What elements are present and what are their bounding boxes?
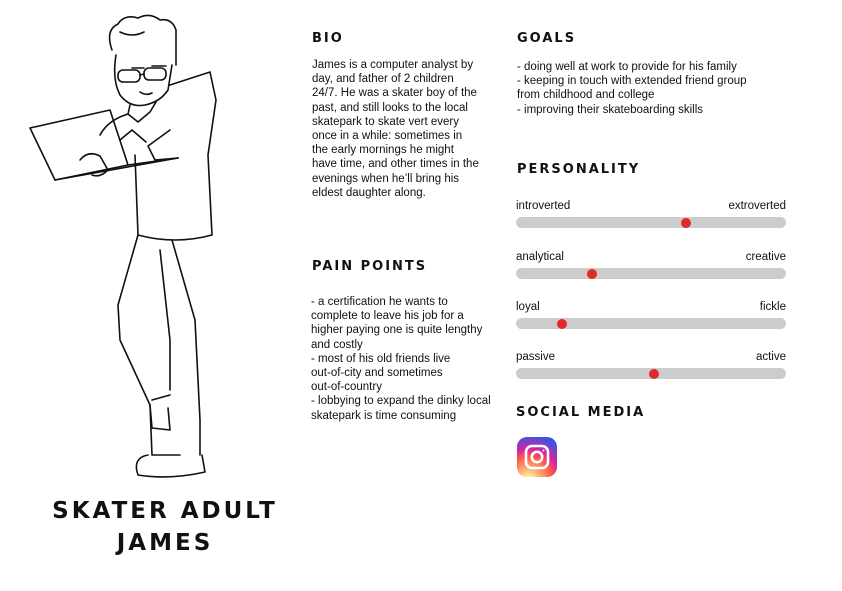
bio-line: 24/7. He was a skater boy of the [312, 87, 477, 100]
scale-right-label: creative [745, 251, 786, 263]
scale-right-label: active [755, 351, 786, 363]
persona-name-line1: SKATER ADULT [52, 498, 278, 524]
scale-knob [556, 318, 567, 329]
scale-knob [681, 217, 692, 228]
bio-line: James is a computer analyst by [312, 59, 474, 71]
pain-point-line: - a certification he wants to [311, 296, 448, 308]
bio-line: once in a while: sometimes in [312, 130, 463, 143]
pain-point-line: - lobbying to expand the dinky local [311, 395, 491, 408]
goals-heading: GOALS [517, 31, 577, 46]
scale-knob [586, 268, 597, 279]
scale-left-label: loyal [516, 301, 540, 313]
personality-scale-analytical-creative: analytical creative [516, 250, 786, 286]
persona-name: SKATER ADULT JAMES [20, 495, 310, 559]
social-media-heading: SOCIAL MEDIA [516, 405, 646, 420]
scale-right-label: fickle [759, 301, 786, 313]
pain-points-text: - a certification he wants to complete t… [311, 295, 506, 423]
pain-point-line: - most of his old friends live [311, 352, 451, 365]
personality-heading: PERSONALITY [517, 162, 641, 177]
bio-line: eldest daughter along. [312, 186, 426, 199]
bio-line: skatepark to skate vert every [312, 115, 460, 128]
personality-scale-introvert-extrovert: introverted extroverted [516, 199, 786, 235]
pain-points-heading: PAIN POINTS [312, 259, 428, 274]
scale-track [516, 268, 786, 279]
scale-right-label: extroverted [728, 200, 786, 212]
pain-point-line: out-of-country [311, 381, 382, 394]
pain-point-line: and costly [311, 338, 363, 351]
personality-scale-passive-active: passive active [516, 350, 786, 386]
pain-point-line: out-of-city and sometimes [311, 367, 443, 380]
scale-track [516, 217, 786, 228]
goal-line: - keeping in touch with extended friend … [517, 75, 747, 88]
bio-line: the early mornings he might [312, 144, 454, 157]
bio-line: have time, and other times in the [312, 158, 479, 171]
bio-line: day, and father of 2 children [312, 73, 454, 86]
bio-line: evenings when he’ll bring his [312, 172, 460, 185]
persona-illustration [29, 14, 217, 478]
scale-left-label: passive [516, 351, 555, 363]
bio-line: past, and still looks to the local [312, 101, 468, 114]
pain-point-line: skatepark is time consuming [311, 409, 457, 422]
pain-point-line: complete to leave his job for a [311, 310, 464, 323]
bio-heading: BIO [312, 31, 344, 46]
instagram-icon[interactable] [517, 437, 557, 477]
goal-line: - doing well at work to provide for his … [517, 61, 737, 73]
scale-left-label: analytical [516, 251, 564, 263]
scale-left-label: introverted [516, 200, 571, 212]
scale-knob [648, 368, 659, 379]
pain-point-line: higher paying one is quite lengthy [311, 324, 483, 337]
goal-line: from childhood and college [517, 89, 655, 102]
goal-line: - improving their skateboarding skills [517, 103, 703, 116]
persona-name-line2: JAMES [116, 530, 214, 556]
bio-text: James is a computer analyst by day, and … [312, 58, 502, 200]
personality-scale-loyal-fickle: loyal fickle [516, 300, 786, 336]
goals-text: - doing well at work to provide for his … [517, 60, 817, 117]
